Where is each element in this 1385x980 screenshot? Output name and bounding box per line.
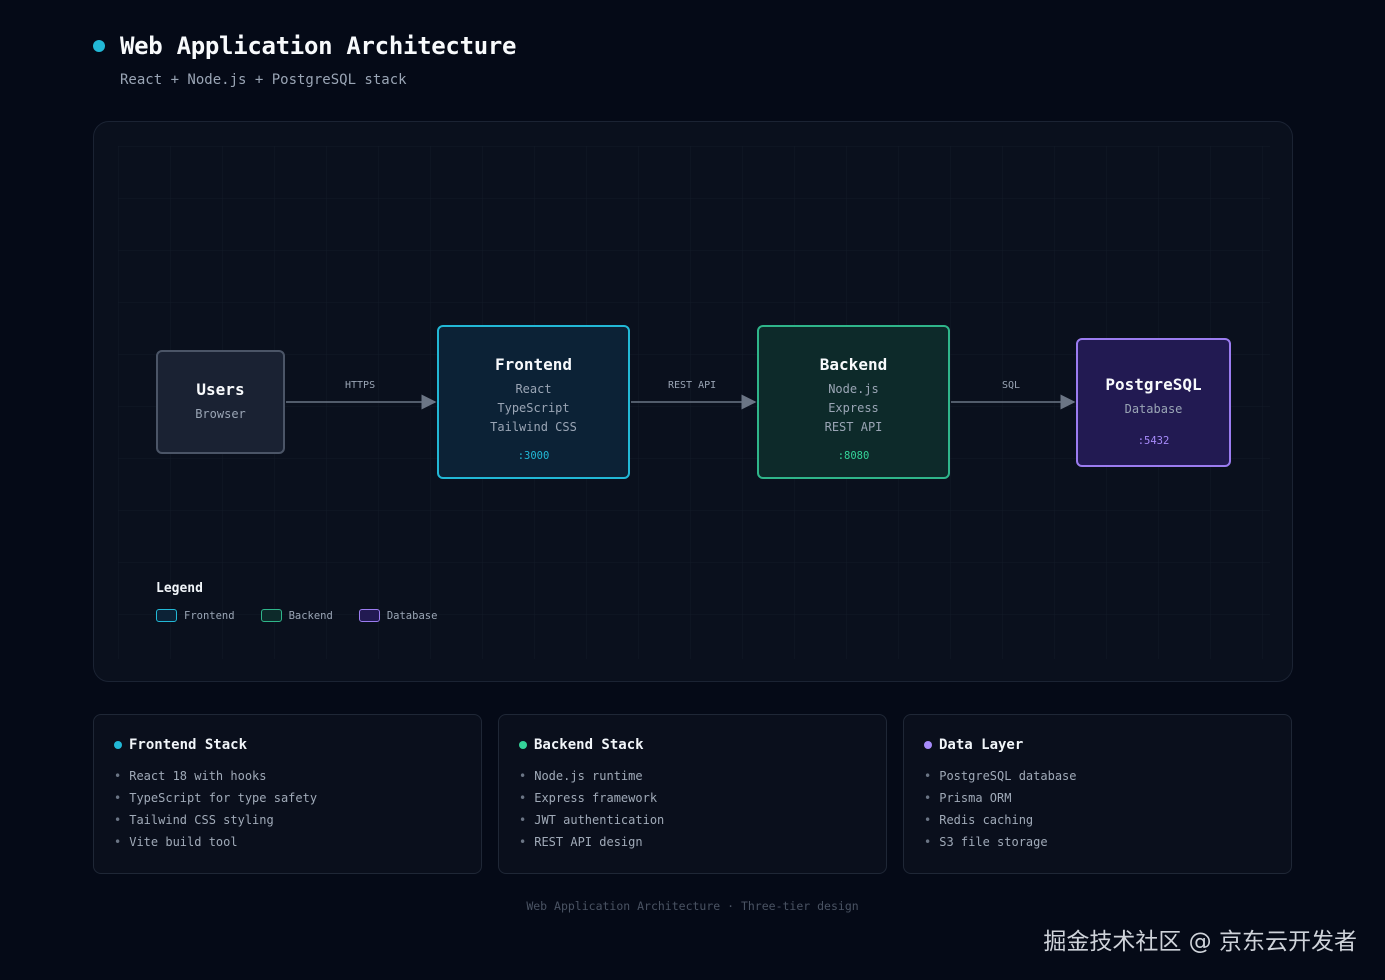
node-frontend-detail: Tailwind CSS xyxy=(490,420,577,434)
list-item: • Node.js runtime xyxy=(519,769,643,783)
node-users[interactable]: Users Browser xyxy=(156,350,285,454)
list-item: • JWT authentication xyxy=(519,813,665,827)
page-title: Web Application Architecture xyxy=(120,32,517,60)
node-backend-port: :8080 xyxy=(837,450,870,462)
list-item: • React 18 with hooks xyxy=(114,769,267,783)
node-backend-detail: Express xyxy=(828,401,879,415)
node-frontend-detail: React xyxy=(515,382,552,396)
watermark: 掘金技术社区 @ 京东云开发者 xyxy=(1043,929,1357,955)
page-header: Web Application Architecture React + Nod… xyxy=(93,32,516,88)
edge-label-sql: SQL xyxy=(1002,380,1021,391)
legend-title: Legend xyxy=(156,581,203,596)
list-item: • PostgreSQL database xyxy=(924,769,1077,783)
node-frontend[interactable]: Frontend React TypeScript Tailwind CSS :… xyxy=(437,325,630,479)
node-backend[interactable]: Backend Node.js Express REST API :8080 xyxy=(757,325,950,479)
card-dot-icon xyxy=(114,741,122,749)
legend-swatch-frontend-icon xyxy=(156,609,177,622)
edge-label-rest-api: REST API xyxy=(668,380,717,391)
card-dot-icon xyxy=(924,741,932,749)
legend-swatch-backend-icon xyxy=(260,609,282,622)
title-dot-icon xyxy=(93,40,105,52)
legend-label: Frontend xyxy=(184,609,235,622)
list-item: • REST API design xyxy=(519,835,643,849)
node-backend-detail: REST API xyxy=(824,420,883,434)
legend: Frontend Backend Database xyxy=(156,609,463,622)
node-frontend-title: Frontend xyxy=(494,355,573,374)
legend-label: Backend xyxy=(288,609,333,622)
page-subtitle: React + Node.js + PostgreSQL stack xyxy=(120,72,407,88)
node-backend-detail: Node.js xyxy=(828,382,879,396)
legend-item-database: Database xyxy=(358,609,438,622)
node-frontend-detail: TypeScript xyxy=(497,401,570,415)
list-item: • TypeScript for type safety xyxy=(114,791,318,805)
edge-label-https: HTTPS xyxy=(345,380,376,391)
card-title: Backend Stack xyxy=(534,737,644,753)
card-data-layer: Data Layer • PostgreSQL database • Prisma … xyxy=(903,714,1292,874)
list-item: • Redis caching xyxy=(924,813,1034,827)
node-users-detail: Browser xyxy=(195,407,246,421)
legend-item-backend: Backend xyxy=(260,609,333,622)
legend-swatch-database-icon xyxy=(358,609,380,622)
legend-item-frontend: Frontend xyxy=(156,609,235,622)
card-frontend-stack: Frontend Stack • React 18 with hooks • Typ… xyxy=(93,714,482,874)
list-item: • Prisma ORM xyxy=(924,791,1012,805)
card-backend-stack: Backend Stack • Node.js runtime • Express … xyxy=(498,714,887,874)
node-database-port: :5432 xyxy=(1137,435,1170,447)
list-item: • Vite build tool xyxy=(114,835,238,849)
architecture-diagram: HTTPS REST API SQL Users Browser Fronten… xyxy=(93,121,1293,682)
node-database[interactable]: PostgreSQL Database :5432 xyxy=(1076,338,1231,467)
list-item: • S3 file storage xyxy=(924,835,1048,849)
card-dot-icon xyxy=(519,741,527,749)
node-users-title: Users xyxy=(196,380,245,399)
node-database-detail: Database xyxy=(1124,402,1183,416)
node-backend-title: Backend xyxy=(819,355,888,374)
list-item: • Tailwind CSS styling xyxy=(114,813,274,827)
footer-caption: Web Application Architecture · Three-tie… xyxy=(526,899,859,913)
node-database-title: PostgreSQL xyxy=(1105,375,1202,394)
card-title: Frontend Stack xyxy=(129,737,248,753)
node-frontend-port: :3000 xyxy=(517,450,550,462)
card-title: Data Layer xyxy=(939,737,1024,753)
list-item: • Express framework xyxy=(519,791,658,805)
legend-label: Database xyxy=(386,609,438,622)
